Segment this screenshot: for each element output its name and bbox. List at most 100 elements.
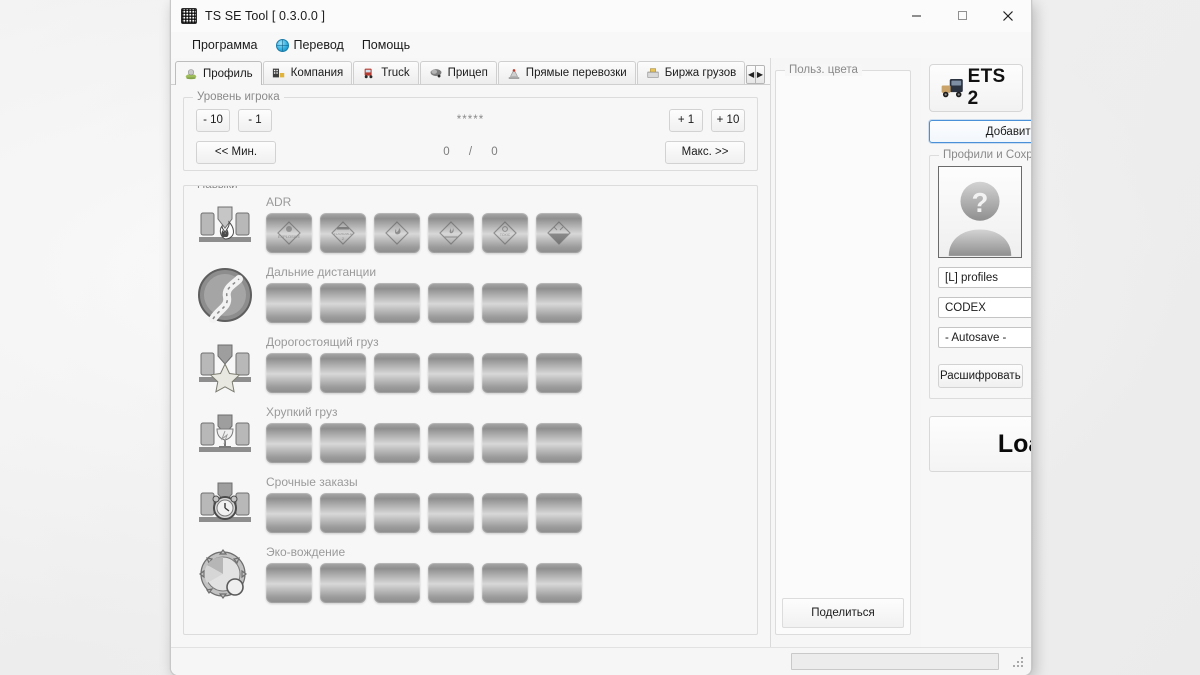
skill-pip[interactable] (374, 493, 420, 533)
tab-nav-next-button[interactable]: ▶ (755, 66, 764, 83)
skill-pip[interactable] (320, 283, 366, 323)
minimize-icon[interactable] (893, 0, 939, 32)
level-plus-1-button[interactable]: + 1 (669, 108, 703, 132)
skill-row-long-distance: Дальние дистанции (194, 264, 747, 334)
skill-pip[interactable] (374, 283, 420, 323)
skill-pip[interactable] (266, 423, 312, 463)
skill-pip[interactable] (536, 423, 582, 463)
menu-item-program[interactable]: Программа (183, 35, 267, 55)
level-row-step: - 10 - 1 ***** + 1 + 10 (196, 108, 745, 132)
save-select[interactable]: - Autosave - ▼ (938, 327, 1031, 348)
skill-pip[interactable]: FLAMMABLE 2 (320, 213, 366, 253)
skill-pip[interactable] (428, 213, 474, 253)
tab-profile[interactable]: Профиль (175, 61, 262, 85)
fragile-cargo-icon (194, 404, 256, 466)
profile-name-value: CODEX (945, 301, 986, 314)
skill-pip[interactable]: TOXIC (482, 213, 528, 253)
right-pane: ETS 2 ATS Добавить папк (921, 58, 1031, 647)
level-minus-10-button[interactable]: - 10 (196, 108, 230, 132)
skill-pip[interactable] (482, 563, 528, 603)
add-folder-button[interactable]: Добавить папку (929, 120, 1031, 143)
profile-name-select[interactable]: CODEX ▼ (938, 297, 1031, 318)
tab-trailer[interactable]: Прицеп (419, 61, 497, 84)
skill-pip[interactable] (374, 213, 420, 253)
tab-nav-buttons: ◀ ▶ (746, 65, 765, 84)
share-button[interactable]: Поделиться (782, 598, 904, 628)
status-text-field (791, 653, 999, 670)
status-bar (171, 647, 1031, 675)
maximize-icon[interactable] (939, 0, 985, 32)
level-xp-current: 0 (443, 146, 450, 158)
tab-freight-market-label: Биржа грузов (664, 67, 737, 79)
tab-freight-market[interactable]: Биржа грузов (636, 61, 746, 84)
level-xp-total: 0 (491, 146, 498, 158)
skill-pip[interactable] (266, 563, 312, 603)
level-max-button[interactable]: Макс. >> (665, 140, 745, 164)
skill-pip[interactable] (266, 283, 312, 323)
unknown-profile-avatar[interactable]: ? (938, 166, 1022, 258)
skill-pip[interactable] (536, 353, 582, 393)
skill-pip[interactable] (428, 493, 474, 533)
profiles-folder-select[interactable]: [L] profiles ▼ (938, 267, 1031, 288)
skill-pip[interactable] (266, 353, 312, 393)
skill-pip[interactable] (266, 493, 312, 533)
level-minus-1-button[interactable]: - 1 (238, 108, 272, 132)
menu-item-translation[interactable]: Перевод (267, 35, 353, 55)
menu-item-help[interactable]: Помощь (353, 35, 419, 55)
eco-driving-icon (194, 544, 256, 606)
skill-pip[interactable] (536, 213, 582, 253)
skill-pip[interactable] (374, 563, 420, 603)
skill-long-distance-pips (266, 283, 747, 323)
ets2-truck-icon (941, 79, 963, 98)
skill-row-adr: ADR EXPLOSIVE FLAMMABLE 2 TOXIC (194, 194, 747, 264)
user-colors-list[interactable] (782, 79, 904, 598)
load-button[interactable]: Load (929, 416, 1031, 472)
title-bar: TS SE Tool [ 0.3.0.0 ] (171, 0, 1031, 32)
user-colors-groupbox: Польз. цвета Поделиться (775, 64, 911, 635)
level-plus-10-button[interactable]: + 10 (711, 108, 745, 132)
menu-item-translation-label: Перевод (293, 38, 344, 52)
skill-pip[interactable] (482, 493, 528, 533)
skill-pip[interactable] (428, 563, 474, 603)
skill-pip[interactable] (536, 563, 582, 603)
window-title: TS SE Tool [ 0.3.0.0 ] (205, 8, 326, 23)
skill-pip[interactable] (428, 353, 474, 393)
menu-item-help-label: Помощь (361, 38, 411, 52)
skill-pip[interactable] (320, 563, 366, 603)
tab-direct-transport[interactable]: Прямые перевозки (497, 61, 636, 84)
player-level-title: Уровень игрока (193, 91, 284, 103)
skill-pip[interactable] (374, 353, 420, 393)
skill-pip[interactable] (374, 423, 420, 463)
skill-pip[interactable] (428, 283, 474, 323)
skill-pip[interactable] (320, 423, 366, 463)
decrypt-button[interactable]: Расшифровать (938, 364, 1023, 388)
avatar-row: ? Бэкапы (938, 166, 1031, 258)
skill-pip[interactable] (320, 493, 366, 533)
skill-pip[interactable] (482, 423, 528, 463)
skill-eco-pips (266, 563, 747, 603)
skill-pip[interactable] (536, 283, 582, 323)
skill-fragile-content: Хрупкий груз (266, 404, 747, 463)
game-button-ets2[interactable]: ETS 2 (929, 64, 1023, 112)
skill-pip[interactable] (428, 423, 474, 463)
skill-pip[interactable] (320, 353, 366, 393)
skill-pip[interactable]: EXPLOSIVE (266, 213, 312, 253)
svg-text:?: ? (972, 187, 989, 218)
freight-market-icon (647, 68, 659, 78)
resize-grip-icon[interactable] (1012, 655, 1024, 668)
profile-actions: Расшифровать Открыть папку (938, 364, 1031, 388)
svg-text:2: 2 (342, 236, 345, 241)
player-level-groupbox: Уровень игрока - 10 - 1 ***** + 1 + 10 <… (183, 91, 758, 171)
profiles-groupbox: Профили и Сохранения ? (929, 149, 1031, 399)
skill-pip[interactable] (482, 353, 528, 393)
user-colors-title: Польз. цвета (785, 64, 862, 76)
level-min-button[interactable]: << Мин. (196, 140, 276, 164)
skill-pip[interactable] (482, 283, 528, 323)
skill-long-distance-label: Дальние дистанции (266, 265, 377, 279)
close-icon[interactable] (985, 0, 1031, 32)
tab-truck[interactable]: Truck (353, 61, 419, 84)
tab-company[interactable]: Компания (262, 61, 353, 84)
skill-pip[interactable] (536, 493, 582, 533)
tab-nav-prev-button[interactable]: ◀ (747, 66, 756, 83)
truck-icon (364, 68, 373, 79)
